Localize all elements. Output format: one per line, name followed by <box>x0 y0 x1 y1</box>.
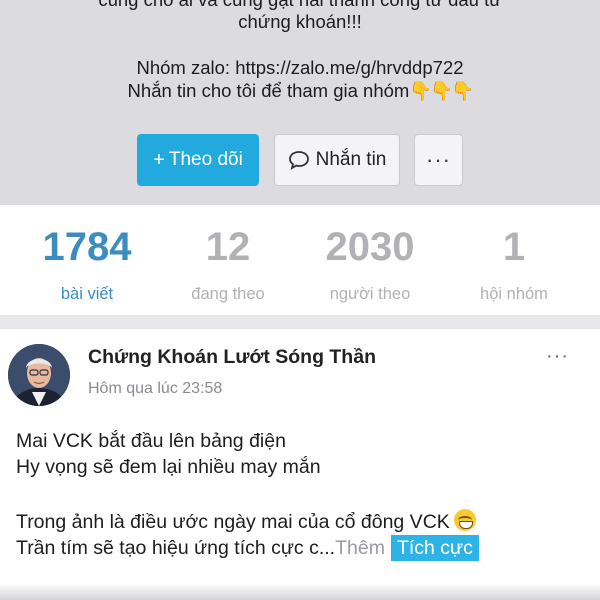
stat-followers-label: người theo <box>329 285 411 303</box>
profile-header: cùng cho ai và cùng gặt hái thành công t… <box>0 0 600 205</box>
follow-button-label: Theo dõi <box>168 149 243 170</box>
bio-line-4: Nhắn tin cho tôi để tham gia nhóm👇👇👇 <box>0 79 600 102</box>
post-more-icon[interactable]: ··· <box>546 345 569 368</box>
bio-zalo-link[interactable]: Nhóm zalo: https://zalo.me/g/hrvddp722 <box>0 56 600 79</box>
avatar[interactable] <box>8 344 70 406</box>
chat-bubble-icon <box>288 151 309 170</box>
stat-followers-value: 2030 <box>325 225 415 269</box>
grin-emoji-icon <box>453 509 476 531</box>
stat-following-label: đang theo <box>191 285 265 303</box>
section-divider <box>0 315 600 329</box>
stat-posts-label: bài viết <box>60 285 114 303</box>
post-text-line-4: Trần tím sẽ tạo hiệu ứng tích cực c...Th… <box>16 535 479 561</box>
post-text-line-3-text: Trong ảnh là điều ước ngày mai của cổ đô… <box>16 511 450 533</box>
stat-following[interactable]: 12 đang theo <box>153 223 303 304</box>
bio-line-4-text: Nhắn tin cho tôi để tham gia nhóm <box>127 80 410 101</box>
post-text-line-3: Trong ảnh là điều ước ngày mai của cổ đô… <box>16 509 476 535</box>
bio-line-2: chứng khoán!!! <box>238 11 362 32</box>
stat-groups[interactable]: 1 hội nhóm <box>439 223 589 304</box>
pointing-down-emoji-icon: 👇👇👇 <box>409 80 474 101</box>
follow-button[interactable]: + Theo dõi <box>137 134 259 186</box>
post-text-line-1: Mai VCK bắt đầu lên bảng điện <box>16 430 286 452</box>
more-options-button[interactable]: ··· <box>414 134 463 186</box>
see-more-link[interactable]: Thêm <box>335 537 385 559</box>
bottom-shadow <box>0 583 600 600</box>
message-button[interactable]: Nhắn tin <box>274 134 400 186</box>
avatar-image <box>8 344 70 406</box>
stat-posts-value: 1784 <box>42 225 132 269</box>
stat-posts[interactable]: 1784 bài viết <box>12 223 162 304</box>
post-author[interactable]: Chứng Khoán Lướt Sóng Thần <box>88 346 376 369</box>
stat-groups-label: hội nhóm <box>480 285 548 303</box>
sentiment-tag[interactable]: Tích cực <box>390 535 479 561</box>
message-button-label: Nhắn tin <box>315 149 387 170</box>
stat-groups-value: 1 <box>502 225 526 269</box>
stat-following-value: 12 <box>205 225 251 269</box>
post-text-line-4-text: Trần tím sẽ tạo hiệu ứng tích cực c... <box>16 537 336 559</box>
post-text-line-2: Hy vọng sẽ đem lại nhiều may mắn <box>16 456 321 478</box>
post-timestamp: Hôm qua lúc 23:58 <box>88 380 223 397</box>
profile-stats: 1784 bài viết 12 đang theo 2030 người th… <box>0 205 600 315</box>
plus-icon: + <box>153 148 165 171</box>
stat-followers[interactable]: 2030 người theo <box>295 223 445 304</box>
more-dots-icon: ··· <box>426 147 451 172</box>
post-card: Chứng Khoán Lướt Sóng Thần Hôm qua lúc 2… <box>0 329 600 600</box>
